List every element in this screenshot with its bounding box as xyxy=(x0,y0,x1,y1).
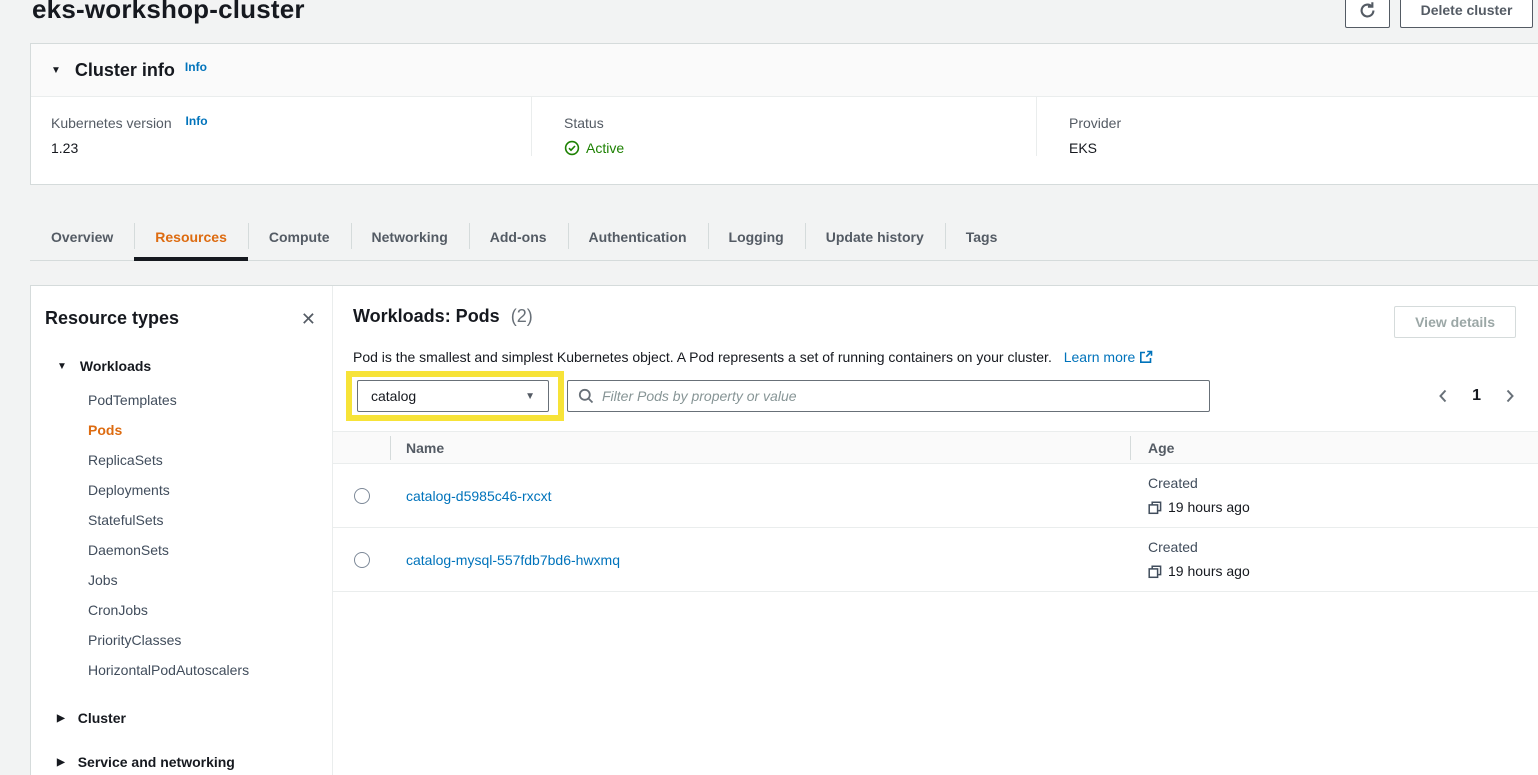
sidebar-item-daemonsets[interactable]: DaemonSets xyxy=(88,535,322,565)
resource-types-sidebar: Resource types ✕ ▼ Workloads PodTemplate… xyxy=(31,286,333,775)
age-created-label: Created xyxy=(1148,537,1538,558)
tab-logging[interactable]: Logging xyxy=(708,214,805,260)
next-page-icon[interactable] xyxy=(1505,388,1516,404)
page-title: eks-workshop-cluster xyxy=(32,0,305,25)
cluster-info-header[interactable]: ▼ Cluster info Info xyxy=(31,44,1538,97)
age-value-text: 19 hours ago xyxy=(1168,561,1250,582)
delete-cluster-button[interactable]: Delete cluster xyxy=(1400,0,1533,28)
kubernetes-version-label: Kubernetes version xyxy=(51,115,172,131)
resources-panel: Resource types ✕ ▼ Workloads PodTemplate… xyxy=(30,285,1538,775)
tab-networking[interactable]: Networking xyxy=(351,214,469,260)
cluster-info-panel: ▼ Cluster info Info Kubernetes version I… xyxy=(30,43,1538,185)
namespace-dropdown[interactable]: catalog ▼ xyxy=(357,380,549,412)
resource-types-title: Resource types xyxy=(45,308,179,329)
view-details-button[interactable]: View details xyxy=(1394,306,1516,338)
status-label: Status xyxy=(564,115,1036,131)
sidebar-group-label: Workloads xyxy=(80,358,151,374)
sidebar-item-replicasets[interactable]: ReplicaSets xyxy=(88,445,322,475)
close-icon[interactable]: ✕ xyxy=(301,310,316,328)
sidebar-group-workloads[interactable]: ▼ Workloads xyxy=(57,355,322,377)
provider-field: Provider EKS xyxy=(1036,97,1538,156)
tab-resources[interactable]: Resources xyxy=(134,214,248,260)
sidebar-item-podtemplates[interactable]: PodTemplates xyxy=(88,385,322,415)
external-link-icon xyxy=(1139,350,1153,364)
provider-label: Provider xyxy=(1069,115,1538,131)
pagination: 1 xyxy=(1437,387,1516,405)
pod-name-link[interactable]: catalog-d5985c46-rxcxt xyxy=(406,488,552,504)
previous-page-icon[interactable] xyxy=(1437,388,1448,404)
dropdown-caret-icon: ▼ xyxy=(525,391,535,402)
sidebar-item-pods[interactable]: Pods xyxy=(88,415,322,445)
pods-count: (2) xyxy=(511,306,533,326)
pods-table: Name Age catalog-d5985c46-rxcxt Created … xyxy=(333,431,1538,592)
pods-filter-input[interactable] xyxy=(602,388,1199,404)
sidebar-item-priorityclasses[interactable]: PriorityClasses xyxy=(88,625,322,655)
pods-section-title: Workloads: Pods (2) xyxy=(353,306,533,327)
tab-authentication[interactable]: Authentication xyxy=(568,214,708,260)
row-radio-button[interactable] xyxy=(354,488,370,504)
kubernetes-version-info-link[interactable]: Info xyxy=(186,114,208,128)
sidebar-group-cluster[interactable]: ▶ Cluster xyxy=(57,707,322,729)
table-row: catalog-d5985c46-rxcxt Created 19 hours … xyxy=(333,464,1538,528)
status-value: Active xyxy=(586,140,624,156)
tab-update-history[interactable]: Update history xyxy=(805,214,945,260)
copy-icon[interactable] xyxy=(1148,565,1162,579)
chevron-down-icon: ▼ xyxy=(57,361,67,372)
sidebar-item-jobs[interactable]: Jobs xyxy=(88,565,322,595)
tab-overview[interactable]: Overview xyxy=(30,214,134,260)
sidebar-item-cronjobs[interactable]: CronJobs xyxy=(88,595,322,625)
row-radio-button[interactable] xyxy=(354,552,370,568)
current-page-number[interactable]: 1 xyxy=(1472,387,1481,405)
pods-table-header: Name Age xyxy=(333,431,1538,464)
sidebar-item-deployments[interactable]: Deployments xyxy=(88,475,322,505)
pods-filter-box xyxy=(567,380,1210,412)
cluster-info-info-link[interactable]: Info xyxy=(185,60,207,74)
cluster-info-title: Cluster info xyxy=(75,60,175,81)
status-field: Status Active xyxy=(531,97,1036,156)
chevron-right-icon: ▶ xyxy=(57,713,65,724)
namespace-dropdown-value: catalog xyxy=(371,388,416,404)
search-icon xyxy=(578,388,594,404)
collapse-caret-icon[interactable]: ▼ xyxy=(51,65,61,76)
sidebar-item-horizontalpodautoscalers[interactable]: HorizontalPodAutoscalers xyxy=(88,655,322,685)
sidebar-group-label: Service and networking xyxy=(78,754,235,770)
tab-tags[interactable]: Tags xyxy=(945,214,1019,260)
pods-description: Pod is the smallest and simplest Kuberne… xyxy=(353,349,1052,365)
chevron-right-icon: ▶ xyxy=(57,757,65,768)
sidebar-group-service-and-networking[interactable]: ▶ Service and networking xyxy=(57,751,322,773)
pod-name-link[interactable]: catalog-mysql-557fdb7bd6-hwxmq xyxy=(406,552,620,568)
sidebar-group-label: Cluster xyxy=(78,710,126,726)
column-header-name[interactable]: Name xyxy=(390,440,1130,456)
refresh-icon xyxy=(1358,1,1377,20)
age-created-label: Created xyxy=(1148,473,1538,494)
copy-icon[interactable] xyxy=(1148,501,1162,515)
column-header-age[interactable]: Age xyxy=(1130,440,1538,456)
tab-compute[interactable]: Compute xyxy=(248,214,351,260)
status-active-icon xyxy=(564,140,580,156)
age-value-text: 19 hours ago xyxy=(1168,497,1250,518)
pods-title-text: Workloads: Pods xyxy=(353,306,500,326)
pods-content: Workloads: Pods (2) View details Pod is … xyxy=(333,286,1538,775)
provider-value: EKS xyxy=(1069,140,1538,156)
table-row: catalog-mysql-557fdb7bd6-hwxmq Created 1… xyxy=(333,528,1538,592)
kubernetes-version-field: Kubernetes version Info 1.23 xyxy=(31,97,531,156)
sidebar-item-statefulsets[interactable]: StatefulSets xyxy=(88,505,322,535)
learn-more-link[interactable]: Learn more xyxy=(1064,349,1136,365)
refresh-button[interactable] xyxy=(1345,0,1390,28)
cluster-tabs: Overview Resources Compute Networking Ad… xyxy=(30,214,1538,261)
kubernetes-version-value: 1.23 xyxy=(51,140,531,156)
tab-add-ons[interactable]: Add-ons xyxy=(469,214,568,260)
